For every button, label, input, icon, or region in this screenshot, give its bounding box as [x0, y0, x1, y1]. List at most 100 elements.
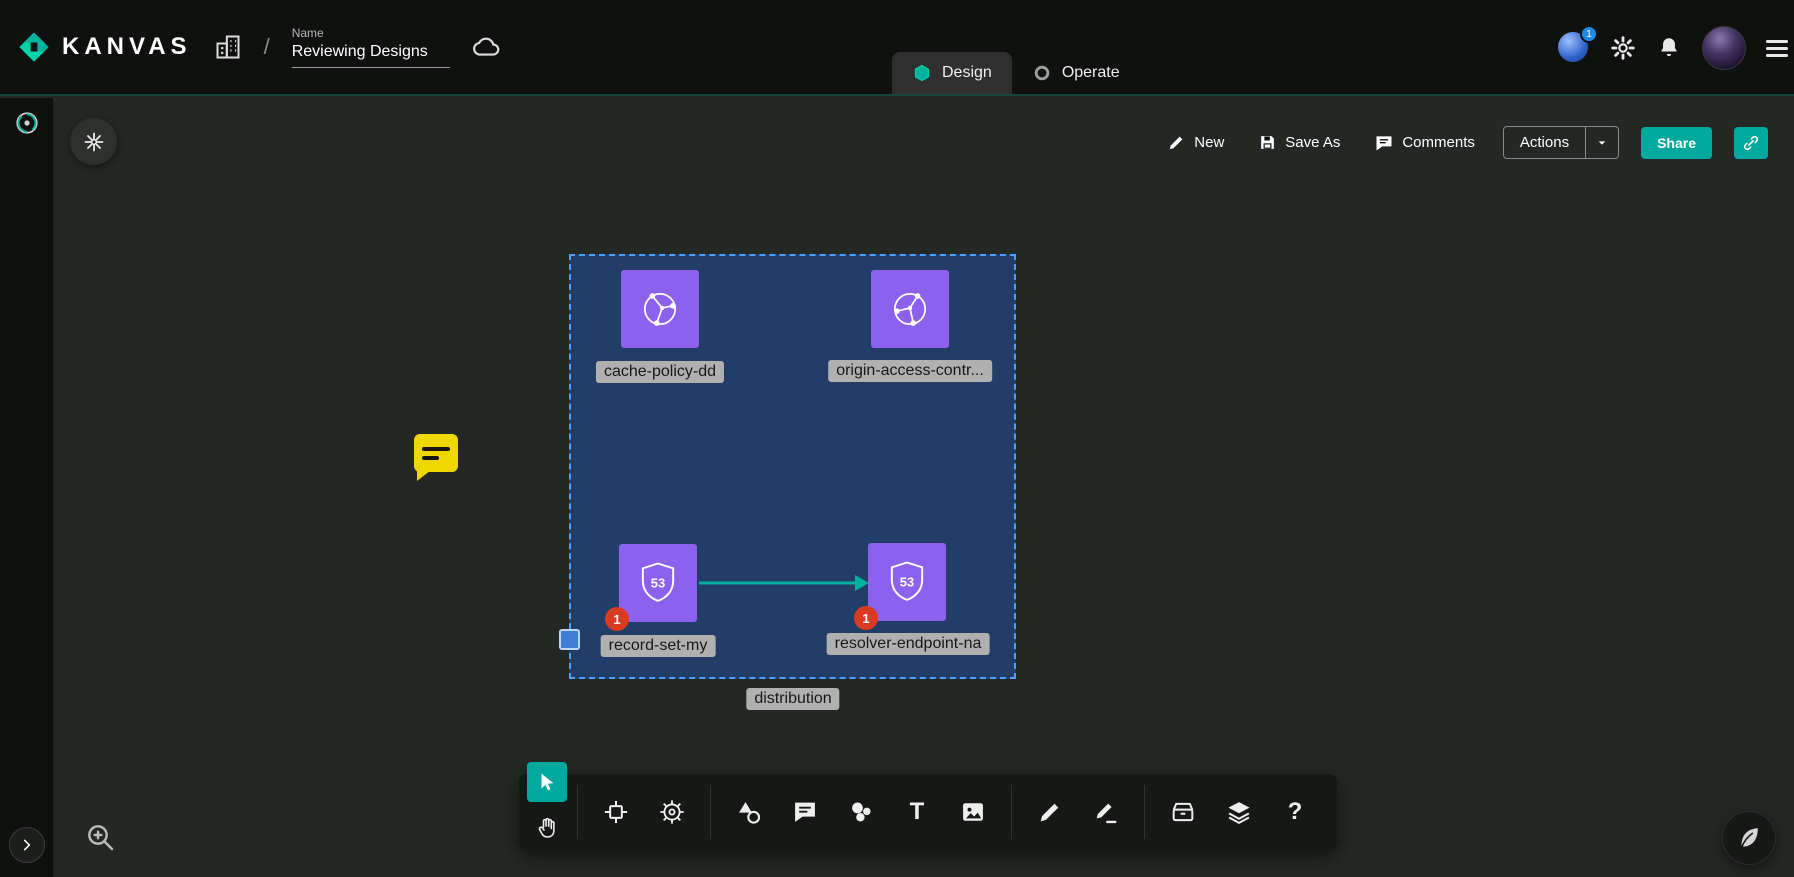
route53-shield-icon: 53: [881, 556, 933, 608]
provider-account-button[interactable]: 1: [1558, 32, 1590, 64]
save-icon: [1258, 133, 1277, 152]
comment-tool-button[interactable]: [785, 786, 825, 838]
actions-split-button: Actions: [1503, 126, 1619, 159]
canvas-toolbar: T: [519, 774, 1337, 850]
edit-tool-button[interactable]: [1030, 786, 1070, 838]
actions-dropdown-button[interactable]: [1585, 127, 1618, 158]
save-as-label: Save As: [1285, 134, 1340, 151]
share-button[interactable]: Share: [1641, 127, 1712, 159]
design-hexagon-icon: [912, 63, 932, 83]
select-tool-button[interactable]: [527, 762, 567, 802]
node-cache-policy[interactable]: [621, 270, 699, 348]
context-switcher-button[interactable]: [70, 118, 117, 165]
kanvas-logo[interactable]: KANVAS: [16, 29, 192, 65]
design-name-input[interactable]: [292, 43, 450, 68]
link-icon: [1741, 133, 1761, 153]
hand-icon: [535, 816, 559, 840]
new-design-button[interactable]: New: [1161, 132, 1230, 153]
svg-text:53: 53: [651, 575, 665, 590]
assistant-fab[interactable]: [1722, 811, 1776, 865]
notifications-button[interactable]: [1656, 35, 1682, 61]
pointer-tool-group: [527, 762, 567, 848]
question-mark-icon: ?: [1288, 798, 1303, 826]
shapes-tool-button[interactable]: [729, 786, 769, 838]
edge-record-to-resolver[interactable]: [697, 571, 873, 595]
comment-line: [422, 456, 439, 460]
error-count-badge: 1: [605, 607, 629, 631]
design-name-field: Name: [292, 26, 450, 68]
magnifier-plus-icon: [84, 821, 116, 853]
node-resolver-endpoint[interactable]: 53: [868, 543, 946, 621]
pencil-icon: [1167, 133, 1186, 152]
shapes-icon: [735, 796, 763, 828]
design-name-label: Name: [292, 26, 450, 40]
node-label-record-set: record-set-my: [601, 635, 716, 657]
comment-line: [422, 447, 450, 451]
canvas-action-bar: New Save As Comments Actions: [1161, 126, 1768, 159]
node-record-set[interactable]: 53: [619, 544, 697, 622]
node-label-cache-policy: cache-policy-dd: [596, 361, 724, 383]
design-canvas[interactable]: New Save As Comments Actions: [54, 98, 1794, 877]
organization-icon[interactable]: [214, 33, 242, 61]
helm-wheel-icon: [658, 796, 686, 828]
group-resize-handle[interactable]: [559, 629, 580, 650]
cluster-tool-button[interactable]: [841, 786, 881, 838]
actions-button[interactable]: Actions: [1504, 127, 1585, 158]
bell-icon: [1656, 35, 1682, 61]
cloudfront-globe-icon: [634, 283, 686, 335]
svg-text:53: 53: [900, 574, 914, 589]
component-chip-icon: [602, 796, 630, 828]
kubernetes-tool-button[interactable]: [652, 786, 692, 838]
comment-bubble-icon: [791, 796, 819, 828]
bubbles-icon: [847, 796, 875, 828]
pencil-icon: [1036, 796, 1064, 828]
node-label-resolver-endpoint: resolver-endpoint-na: [827, 633, 990, 655]
text-tool-button[interactable]: T: [897, 786, 937, 838]
sidebar-logo-icon[interactable]: [14, 110, 40, 136]
asterisk-icon: [82, 130, 106, 154]
components-tool-button[interactable]: [596, 786, 636, 838]
left-sidebar: [0, 98, 54, 877]
layers-tool-button[interactable]: [1219, 786, 1259, 838]
zoom-in-button[interactable]: [78, 820, 122, 854]
new-design-label: New: [1194, 134, 1224, 151]
settings-button[interactable]: [1610, 35, 1636, 61]
breadcrumb-separator: /: [264, 34, 270, 60]
pan-tool-button[interactable]: [527, 808, 567, 848]
annotate-tool-button[interactable]: [1086, 786, 1126, 838]
operate-ring-icon: [1032, 63, 1052, 83]
drawer-tool-button[interactable]: [1163, 786, 1203, 838]
comments-button[interactable]: Comments: [1368, 132, 1481, 154]
menu-button[interactable]: [1766, 40, 1788, 57]
layers-icon: [1225, 796, 1253, 828]
expand-sidebar-button[interactable]: [9, 827, 45, 863]
comment-icon: [1374, 133, 1394, 153]
mode-tabs: Design Operate: [892, 52, 1140, 94]
tab-design[interactable]: Design: [892, 52, 1012, 94]
copy-link-button[interactable]: [1734, 127, 1768, 159]
quill-icon: [1735, 824, 1763, 852]
app-title: KANVAS: [62, 33, 192, 61]
save-as-button[interactable]: Save As: [1252, 132, 1346, 153]
route53-shield-icon: 53: [632, 557, 684, 609]
error-count-badge: 1: [854, 606, 878, 630]
toolbar-divider: [1011, 785, 1012, 839]
cloud-sync-icon[interactable]: [472, 32, 502, 62]
tab-design-label: Design: [942, 64, 992, 82]
cloudfront-globe-icon: [884, 283, 936, 335]
node-origin-access-control[interactable]: [871, 270, 949, 348]
help-tool-button[interactable]: ?: [1275, 786, 1315, 838]
comment-marker[interactable]: [414, 434, 458, 472]
tab-operate[interactable]: Operate: [1012, 52, 1140, 94]
group-label-distribution[interactable]: distribution: [746, 688, 839, 710]
toolbar-divider: [1144, 785, 1145, 839]
text-tool-icon: T: [910, 798, 925, 826]
toolbar-divider: [577, 785, 578, 839]
media-tool-button[interactable]: [953, 786, 993, 838]
tab-operate-label: Operate: [1062, 64, 1120, 82]
user-avatar[interactable]: [1702, 26, 1746, 70]
gear-icon: [1610, 35, 1636, 61]
caret-down-icon: [1594, 135, 1610, 151]
toolbar-divider: [710, 785, 711, 839]
cursor-icon: [536, 771, 558, 793]
